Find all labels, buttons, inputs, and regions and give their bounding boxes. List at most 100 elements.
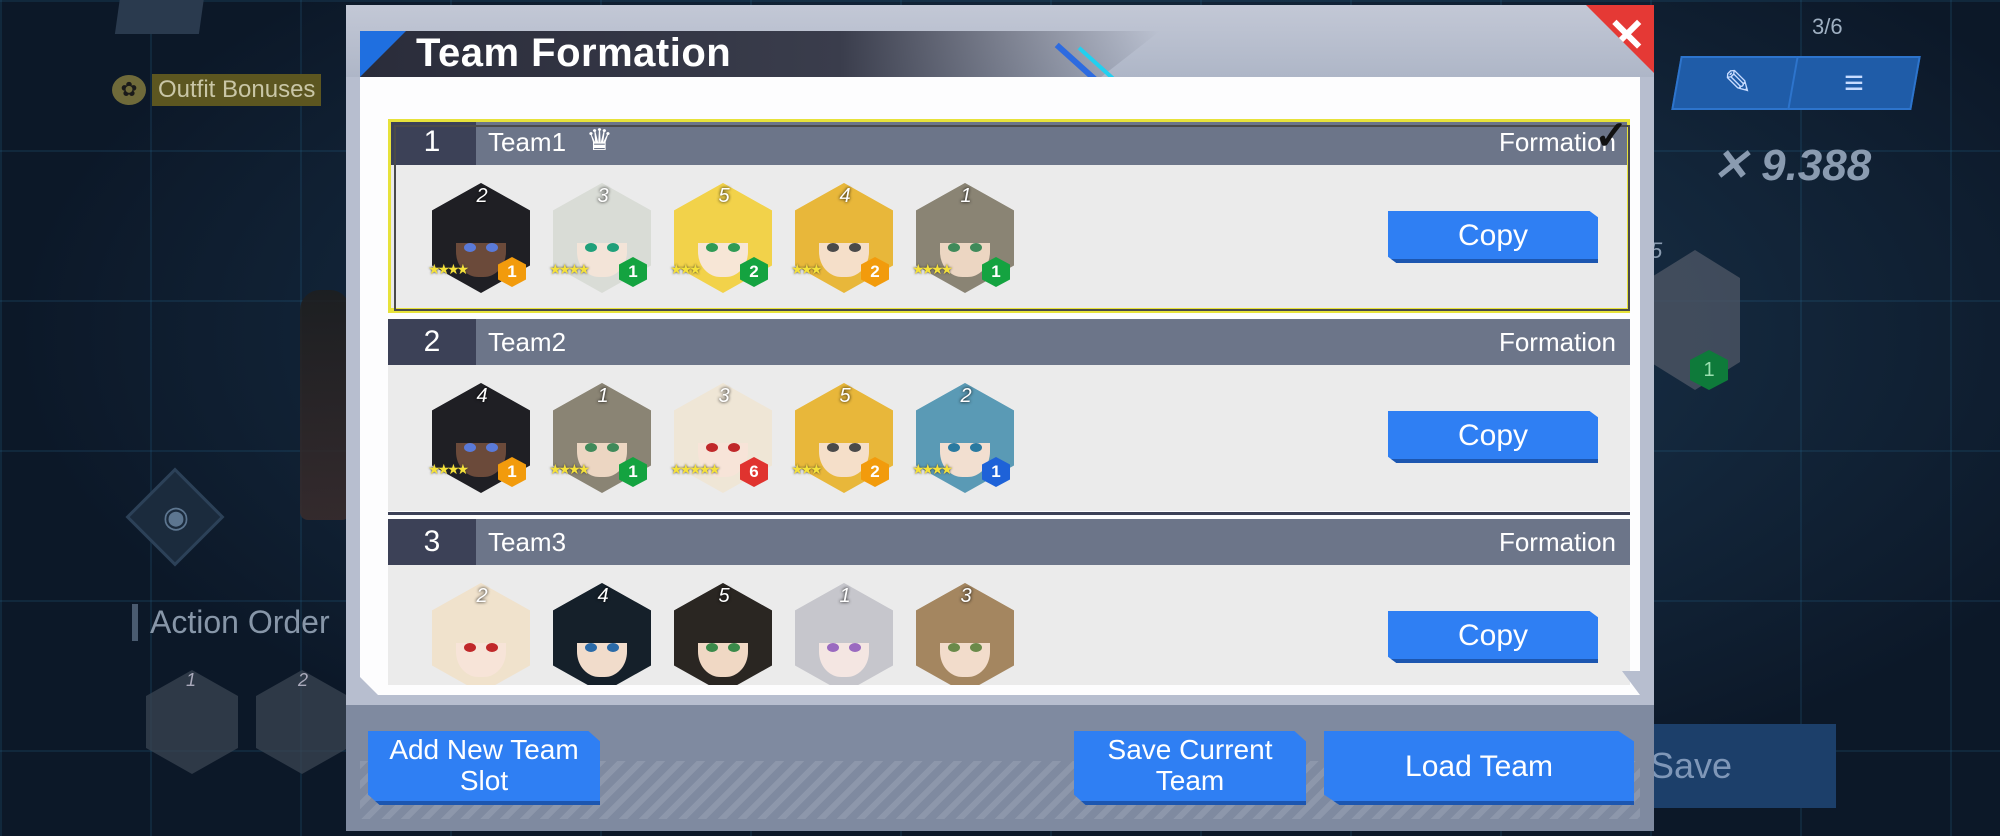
team-name: Team2 (488, 327, 567, 357)
hero-eye (948, 643, 960, 652)
team-members: 2 ★★★★ 1 3 ★★★★ 1 5 ★★★ 2 4 ★★★ 2 1 ★★★★ 1 Copy (388, 165, 1630, 311)
hero-portrait[interactable]: 5 (674, 583, 772, 685)
outfit-bonuses[interactable]: ✿ Outfit Bonuses (112, 72, 322, 108)
hero-portrait[interactable]: 5 ★★★ 2 (670, 183, 772, 295)
hero-eye (486, 243, 498, 252)
checkmark-icon: ✓ (1594, 119, 1628, 158)
add-new-team-slot-button[interactable]: Add New Team Slot (368, 731, 600, 805)
action-order-slot-number: 1 (186, 670, 197, 690)
team-number: 3 (388, 519, 476, 565)
copy-button[interactable]: Copy (1388, 211, 1598, 263)
crown-icon: ♛ (586, 124, 613, 157)
modal-footer: Add New Team Slot Save Current Team Load… (346, 705, 1654, 831)
hero-eye (464, 243, 476, 252)
star-rating-icon: ★★★★ (549, 461, 590, 477)
team-header: 2 Team2 Formation (388, 319, 1630, 365)
hero-position-number: 1 (839, 585, 851, 607)
hero-eye (464, 643, 476, 652)
hero-portrait[interactable]: 1 (795, 583, 893, 685)
hero-eye (948, 443, 960, 452)
star-rating-icon: ★★★★ (549, 261, 590, 277)
copy-button[interactable]: Copy (1388, 411, 1598, 463)
team-divider (388, 512, 1630, 515)
hero-eye (970, 443, 982, 452)
hero-portrait[interactable]: 4 ★★★ 2 (791, 183, 893, 295)
hero-portrait[interactable]: 4 (553, 583, 651, 685)
formation-label[interactable]: Formation (1499, 319, 1616, 365)
hero-portrait[interactable]: 1 ★★★★ 1 (549, 383, 651, 495)
team-name: Team1 (488, 127, 567, 157)
hero-position-number: 4 (839, 185, 851, 207)
hero-eye (827, 443, 839, 452)
modal-title: Team Formation (416, 31, 732, 75)
background-character (300, 290, 350, 520)
hero-portrait[interactable]: 3 ★★★★ 1 (549, 183, 651, 295)
hero-eye (728, 443, 740, 452)
formation-label[interactable]: Formation (1499, 519, 1616, 565)
team-header: 1 Team1 ♛ Formation (388, 119, 1630, 165)
hero-portrait[interactable]: 1 ★★★★ 1 (912, 183, 1014, 295)
star-rating-icon: ★★★ (791, 261, 823, 277)
hero-eye (849, 643, 861, 652)
team-power-value: 9.388 (1761, 141, 1872, 190)
star-rating-icon: ★★★★ (912, 261, 953, 277)
hero-portrait[interactable]: 3 ★★★★★ 6 (670, 383, 772, 495)
action-order-label: Action Order (132, 604, 330, 641)
menu-button[interactable]: ≡ (1787, 56, 1921, 110)
copy-button[interactable]: Copy (1388, 611, 1598, 663)
hero-portrait[interactable]: 3 (916, 583, 1014, 685)
hero-eye (849, 443, 861, 452)
edit-icon: ✎ (1723, 64, 1753, 102)
title-corner-accent (360, 31, 406, 77)
team-number: 2 (388, 319, 476, 365)
hero-eye (948, 243, 960, 252)
hero-eye (607, 243, 619, 252)
team-counter: 3/6 (1812, 14, 1843, 39)
team-name: Team3 (488, 527, 567, 557)
hero-position-number: 3 (960, 585, 972, 607)
hero-position-number: 5 (718, 185, 730, 207)
hero-eye (585, 443, 597, 452)
star-rating-icon: ★★★★ (428, 261, 469, 277)
hero-eye (607, 443, 619, 452)
edit-button[interactable]: ✎ (1671, 56, 1805, 110)
hero-portrait[interactable]: 4 ★★★★ 1 (428, 383, 530, 495)
team-power: ✕ 9.388 (1712, 140, 1871, 191)
hero-position-number: 4 (476, 385, 488, 407)
team-list[interactable]: 1 Team1 ♛ Formation 2 ★★★★ 1 3 ★★★★ 1 5 ★★★ 2 4 ★★… (388, 119, 1630, 685)
back-button[interactable] (114, 0, 206, 34)
hero-eye (585, 643, 597, 652)
star-rating-icon: ★★★ (791, 461, 823, 477)
hero-eye (827, 643, 839, 652)
hero-eye (585, 243, 597, 252)
hero-position-number: 3 (597, 185, 609, 207)
hero-portrait[interactable]: 2 ★★★★ 1 (912, 383, 1014, 495)
load-team-button[interactable]: Load Team (1324, 731, 1634, 805)
hero-portrait[interactable]: 5 ★★★ 2 (791, 383, 893, 495)
hero-position-number: 2 (960, 385, 972, 407)
hero-eye (849, 243, 861, 252)
hero-position-number: 5 (718, 585, 730, 607)
hero-portrait[interactable]: 2 ★★★★ 1 (428, 183, 530, 295)
hero-eye (970, 243, 982, 252)
team-members: 2 4 5 1 3 Copy (388, 565, 1630, 685)
hero-position-number: 5 (839, 385, 851, 407)
hero-position-number: 4 (597, 585, 609, 607)
hero-eye (464, 443, 476, 452)
hero-eye (486, 643, 498, 652)
hero-eye (728, 243, 740, 252)
save-current-team-button[interactable]: Save Current Team (1074, 731, 1306, 805)
hero-position-number: 3 (718, 385, 730, 407)
hero-position-number: 2 (476, 585, 488, 607)
star-rating-icon: ★★★ (670, 261, 702, 277)
hero-eye (706, 443, 718, 452)
save-button-background[interactable]: Save (1640, 724, 1836, 808)
hero-portrait[interactable]: 2 (432, 583, 530, 685)
star-rating-icon: ★★★★★ (670, 461, 721, 477)
team-formation-modal: Team Formation ✕ 1 Team1 ♛ Formation 2 ★★… (346, 5, 1654, 831)
hero-eye (728, 643, 740, 652)
outfit-bonuses-label: Outfit Bonuses (152, 74, 322, 106)
hero-position-number: 1 (597, 385, 609, 407)
star-rating-icon: ★★★★ (912, 461, 953, 477)
action-order-slot-number: 2 (298, 670, 309, 690)
